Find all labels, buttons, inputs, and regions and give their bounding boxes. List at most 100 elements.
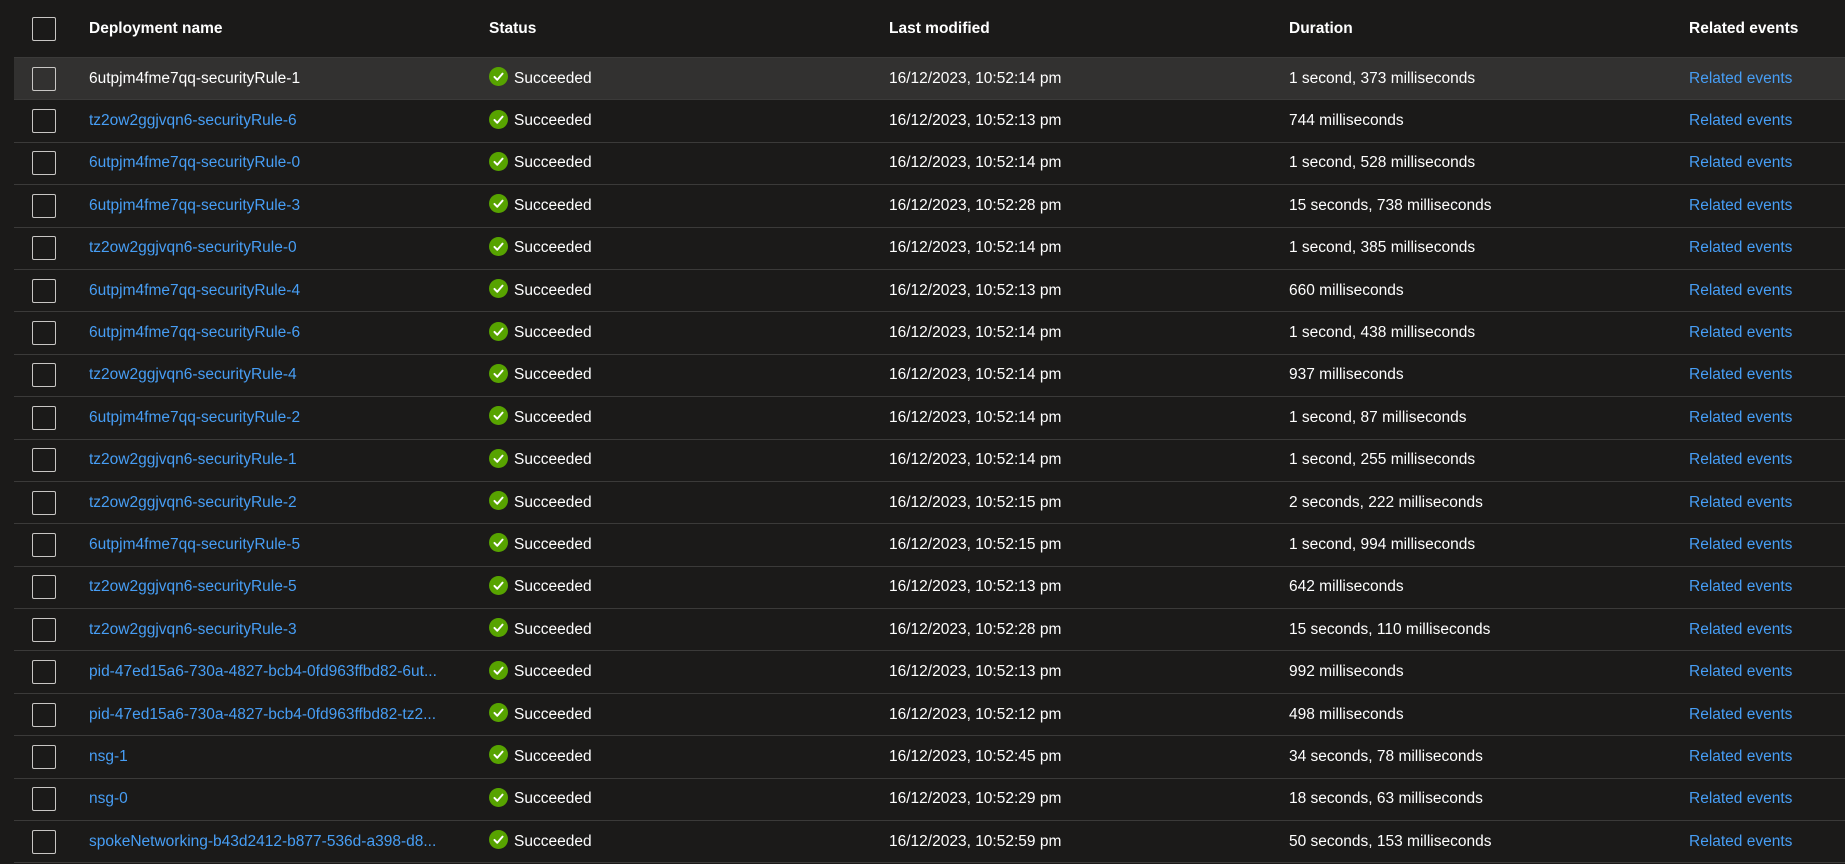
select-all-checkbox[interactable] bbox=[32, 16, 56, 41]
status-text: Succeeded bbox=[514, 281, 592, 299]
row-checkbox[interactable] bbox=[32, 617, 56, 642]
table-row[interactable]: tz2ow2ggjvqn6-securityRule-4 Succeeded 1… bbox=[14, 355, 1845, 398]
related-events-link[interactable]: Related events bbox=[1689, 70, 1792, 87]
table-row[interactable]: pid-47ed15a6-730a-4827-bcb4-0fd963ffbd82… bbox=[14, 651, 1845, 694]
row-checkbox[interactable] bbox=[32, 448, 56, 473]
last-modified-cell: 16/12/2023, 10:52:14 pm bbox=[889, 154, 1062, 172]
deployment-name-link[interactable]: 6utpjm4fme7qq-securityRule-3 bbox=[89, 197, 300, 214]
related-events-link[interactable]: Related events bbox=[1689, 112, 1792, 129]
related-events-link[interactable]: Related events bbox=[1689, 154, 1792, 171]
related-events-link[interactable]: Related events bbox=[1689, 324, 1792, 341]
row-checkbox[interactable] bbox=[32, 278, 56, 303]
row-checkbox[interactable] bbox=[32, 151, 56, 176]
row-checkbox[interactable] bbox=[32, 490, 56, 515]
table-row[interactable]: tz2ow2ggjvqn6-securityRule-5 Succeeded 1… bbox=[14, 567, 1845, 610]
status-cell: Succeeded bbox=[489, 236, 889, 257]
related-events-link[interactable]: Related events bbox=[1689, 663, 1792, 680]
table-row[interactable]: nsg-0 Succeeded 16/12/2023, 10:52:29 pm … bbox=[14, 779, 1845, 822]
row-checkbox[interactable] bbox=[32, 660, 56, 685]
related-events-link[interactable]: Related events bbox=[1689, 282, 1792, 299]
last-modified-cell: 16/12/2023, 10:52:14 pm bbox=[889, 408, 1062, 426]
status-text: Succeeded bbox=[514, 832, 592, 850]
column-header-status[interactable]: Status bbox=[489, 20, 889, 38]
column-header-deployment-name[interactable]: Deployment name bbox=[89, 20, 489, 38]
deployment-name-link[interactable]: nsg-1 bbox=[89, 748, 128, 765]
deployment-name-link[interactable]: nsg-0 bbox=[89, 790, 128, 807]
column-header-last-modified[interactable]: Last modified bbox=[889, 20, 1289, 38]
row-checkbox[interactable] bbox=[32, 321, 56, 346]
row-checkbox[interactable] bbox=[32, 66, 56, 91]
table-row[interactable]: tz2ow2ggjvqn6-securityRule-1 Succeeded 1… bbox=[14, 440, 1845, 482]
related-events-link[interactable]: Related events bbox=[1689, 239, 1792, 256]
status-text: Succeeded bbox=[514, 705, 592, 723]
deployment-name-link[interactable]: tz2ow2ggjvqn6-securityRule-4 bbox=[89, 366, 297, 383]
table-row[interactable]: 6utpjm4fme7qq-securityRule-5 Succeeded 1… bbox=[14, 524, 1845, 567]
deployment-name-link[interactable]: tz2ow2ggjvqn6-securityRule-0 bbox=[89, 239, 297, 256]
related-events-link[interactable]: Related events bbox=[1689, 706, 1792, 723]
row-checkbox[interactable] bbox=[32, 702, 56, 727]
deployment-name-cell: pid-47ed15a6-730a-4827-bcb4-0fd963ffbd82… bbox=[89, 663, 489, 681]
row-checkbox[interactable] bbox=[32, 575, 56, 600]
deployment-name-link[interactable]: 6utpjm4fme7qq-securityRule-0 bbox=[89, 154, 300, 171]
related-events-cell: Related events bbox=[1689, 70, 1845, 88]
table-row[interactable]: spokeNetworking-b43d2412-b877-536d-a398-… bbox=[14, 821, 1845, 864]
table-row[interactable]: 6utpjm4fme7qq-securityRule-3 Succeeded 1… bbox=[14, 185, 1845, 228]
related-events-link[interactable]: Related events bbox=[1689, 494, 1792, 511]
table-row[interactable]: 6utpjm4fme7qq-securityRule-2 Succeeded 1… bbox=[14, 397, 1845, 440]
deployment-name-link[interactable]: tz2ow2ggjvqn6-securityRule-3 bbox=[89, 621, 297, 638]
row-select-cell bbox=[14, 363, 89, 388]
deployment-name-link[interactable]: spokeNetworking-b43d2412-b877-536d-a398-… bbox=[89, 833, 436, 850]
table-row[interactable]: tz2ow2ggjvqn6-securityRule-2 Succeeded 1… bbox=[14, 482, 1845, 525]
deployment-name-link[interactable]: pid-47ed15a6-730a-4827-bcb4-0fd963ffbd82… bbox=[89, 706, 436, 723]
related-events-link[interactable]: Related events bbox=[1689, 748, 1792, 765]
status-cell: Succeeded bbox=[489, 703, 889, 724]
related-events-link[interactable]: Related events bbox=[1689, 621, 1792, 638]
related-events-link[interactable]: Related events bbox=[1689, 451, 1792, 468]
row-checkbox[interactable] bbox=[32, 109, 56, 134]
table-row[interactable]: pid-47ed15a6-730a-4827-bcb4-0fd963ffbd82… bbox=[14, 694, 1845, 737]
duration-cell: 642 milliseconds bbox=[1289, 578, 1404, 596]
table-row[interactable]: tz2ow2ggjvqn6-securityRule-0 Succeeded 1… bbox=[14, 228, 1845, 270]
row-checkbox[interactable] bbox=[32, 193, 56, 218]
table-row[interactable]: tz2ow2ggjvqn6-securityRule-3 Succeeded 1… bbox=[14, 609, 1845, 652]
related-events-link[interactable]: Related events bbox=[1689, 578, 1792, 595]
related-events-link[interactable]: Related events bbox=[1689, 409, 1792, 426]
row-select-cell bbox=[14, 702, 89, 727]
row-checkbox[interactable] bbox=[32, 405, 56, 430]
row-checkbox[interactable] bbox=[32, 236, 56, 261]
deployment-name-link[interactable]: tz2ow2ggjvqn6-securityRule-1 bbox=[89, 451, 297, 468]
related-events-link[interactable]: Related events bbox=[1689, 366, 1792, 383]
related-events-link[interactable]: Related events bbox=[1689, 536, 1792, 553]
column-header-duration[interactable]: Duration bbox=[1289, 20, 1689, 38]
related-events-link[interactable]: Related events bbox=[1689, 833, 1792, 850]
table-row[interactable]: 6utpjm4fme7qq-securityRule-0 Succeeded 1… bbox=[14, 143, 1845, 186]
related-events-link[interactable]: Related events bbox=[1689, 790, 1792, 807]
duration-cell: 660 milliseconds bbox=[1289, 281, 1404, 299]
deployment-name-link[interactable]: tz2ow2ggjvqn6-securityRule-6 bbox=[89, 112, 297, 129]
deployment-name-cell: nsg-0 bbox=[89, 790, 489, 808]
row-checkbox[interactable] bbox=[32, 532, 56, 557]
deployment-name-link[interactable]: 6utpjm4fme7qq-securityRule-1 bbox=[89, 70, 300, 87]
last-modified-cell: 16/12/2023, 10:52:14 pm bbox=[889, 239, 1062, 257]
deployment-name-link[interactable]: 6utpjm4fme7qq-securityRule-6 bbox=[89, 324, 300, 341]
related-events-link[interactable]: Related events bbox=[1689, 197, 1792, 214]
deployment-name-link[interactable]: pid-47ed15a6-730a-4827-bcb4-0fd963ffbd82… bbox=[89, 663, 437, 680]
row-checkbox[interactable] bbox=[32, 829, 56, 854]
success-check-circle-icon bbox=[489, 151, 508, 171]
deployment-name-link[interactable]: 6utpjm4fme7qq-securityRule-2 bbox=[89, 409, 300, 426]
table-row[interactable]: 6utpjm4fme7qq-securityRule-4 Succeeded 1… bbox=[14, 270, 1845, 313]
deployment-name-link[interactable]: tz2ow2ggjvqn6-securityRule-2 bbox=[89, 494, 297, 511]
row-checkbox[interactable] bbox=[32, 363, 56, 388]
last-modified-cell: 16/12/2023, 10:52:45 pm bbox=[889, 747, 1062, 765]
row-checkbox[interactable] bbox=[32, 744, 56, 769]
table-row[interactable]: tz2ow2ggjvqn6-securityRule-6 Succeeded 1… bbox=[14, 100, 1845, 143]
table-row[interactable]: 6utpjm4fme7qq-securityRule-6 Succeeded 1… bbox=[14, 312, 1845, 355]
deployment-name-link[interactable]: 6utpjm4fme7qq-securityRule-5 bbox=[89, 536, 300, 553]
table-row[interactable]: nsg-1 Succeeded 16/12/2023, 10:52:45 pm … bbox=[14, 736, 1845, 779]
row-checkbox[interactable] bbox=[32, 787, 56, 812]
column-header-related-events[interactable]: Related events bbox=[1689, 20, 1845, 38]
deployment-name-link[interactable]: tz2ow2ggjvqn6-securityRule-5 bbox=[89, 578, 297, 595]
table-row[interactable]: 6utpjm4fme7qq-securityRule-1 Succeeded 1… bbox=[14, 58, 1845, 101]
deployment-name-link[interactable]: 6utpjm4fme7qq-securityRule-4 bbox=[89, 282, 300, 299]
last-modified-cell: 16/12/2023, 10:52:13 pm bbox=[889, 112, 1062, 130]
